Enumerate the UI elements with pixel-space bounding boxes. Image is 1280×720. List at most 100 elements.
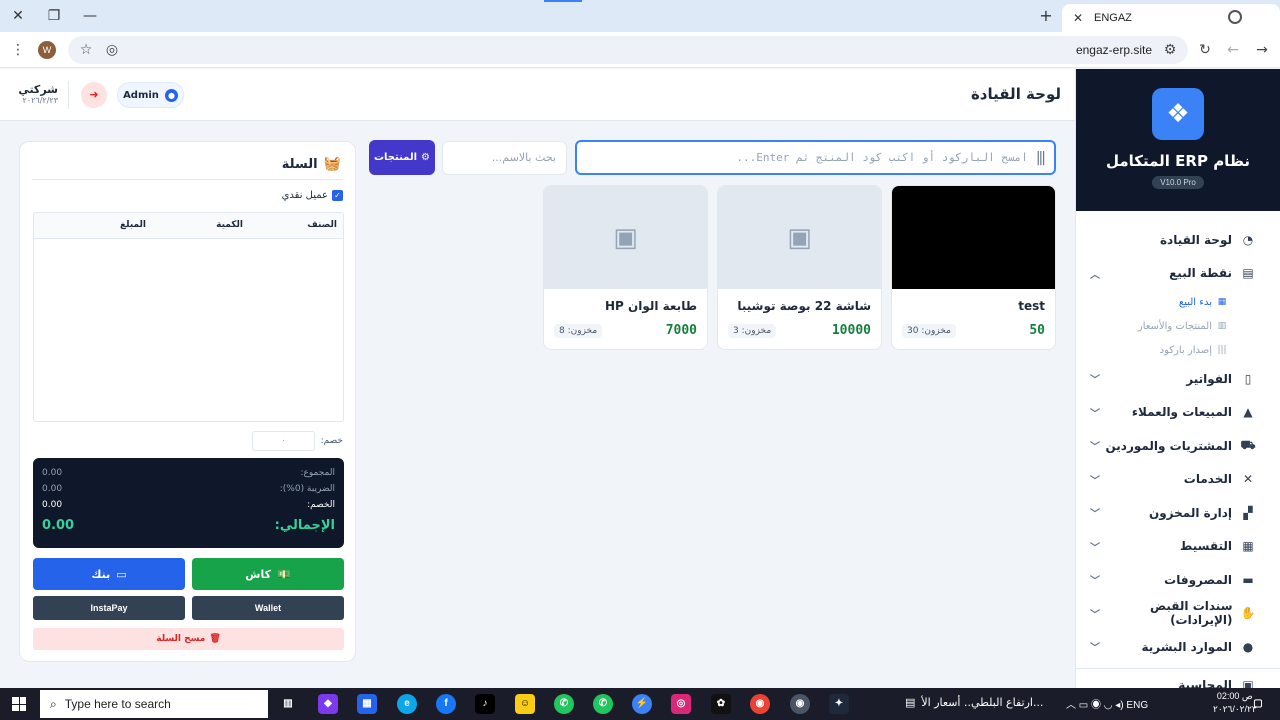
facebook-icon[interactable]: f: [436, 694, 456, 714]
sidebar-subitem-barcode[interactable]: ||| إصدار باركود: [1076, 338, 1280, 362]
chrome-icon[interactable]: ◉: [750, 694, 770, 714]
reload-icon[interactable]: ↻: [1193, 38, 1217, 62]
product-image: [892, 186, 1055, 289]
barcode-input[interactable]: ||| امسح الباركود أو اكتب كود المنتج ثم …: [575, 140, 1056, 175]
taskbar-search[interactable]: ⌕ Type here to search: [40, 690, 268, 718]
sidebar-item-label: سندات القبض (الإيرادات): [1149, 599, 1233, 628]
sidebar-subitem-start-sale[interactable]: ▦ بدء البيع: [1076, 290, 1280, 314]
user-menu[interactable]: Admin ●: [117, 82, 184, 108]
gear-icon: ⚙: [421, 152, 431, 163]
barcode-icon: |||: [1035, 149, 1046, 166]
header-divider: [68, 81, 69, 109]
notifications-icon[interactable]: ▢: [1248, 694, 1268, 714]
app-pinned-icon[interactable]: ✦: [829, 694, 849, 714]
sidebar-item-label: المحاسبة: [1178, 677, 1232, 688]
back-arrow-icon[interactable]: ←: [1221, 38, 1245, 62]
money-bill-icon: 💵: [277, 567, 291, 581]
chevron-down-icon: ﹀: [1090, 643, 1100, 655]
product-card[interactable]: test 50 مخزون: 30: [891, 185, 1056, 350]
product-card[interactable]: ▣ طابعة الوان HP 7000 مخزون: 8: [543, 185, 708, 350]
whatsapp-business-icon[interactable]: ✆: [554, 694, 574, 714]
wallet-button[interactable]: Wallet: [192, 596, 344, 620]
windows-start-icon[interactable]: [12, 697, 26, 711]
window-minimize-icon[interactable]: —: [72, 0, 108, 32]
subtotal-value: 0.00: [42, 468, 63, 478]
user-tie-icon: ●: [1242, 639, 1254, 654]
search-icon: ⌕: [50, 696, 57, 711]
incognito-icon[interactable]: ◎: [100, 38, 124, 62]
new-tab-button[interactable]: +: [1036, 6, 1056, 26]
product-card[interactable]: ▣ شاشة 22 بوصة توشيبا 10000 مخزون: 3: [717, 185, 882, 350]
news-headline: ارتفاع البلطي.. أسعار الأ...: [921, 696, 1044, 709]
whatsapp-icon[interactable]: ✆: [593, 694, 613, 714]
cash-button[interactable]: 💵 كاش: [192, 558, 344, 590]
chevron-down-icon: ﹀: [1090, 509, 1100, 521]
instagram-icon[interactable]: ◎: [671, 694, 691, 714]
sidebar-item-hr[interactable]: ● الموارد البشرية ﹀: [1076, 630, 1280, 664]
name-search-input[interactable]: بحث بالاسم...: [442, 141, 567, 175]
messenger-icon[interactable]: ⚡: [632, 694, 652, 714]
sidebar-item-purchases-suppliers[interactable]: ⛟ المشتريات والموردين ﹀: [1076, 429, 1280, 463]
cash-customer-checkbox[interactable]: ✓ عميل نقدي: [282, 190, 343, 201]
sidebar-subitem-products-prices[interactable]: ▥ المنتجات والأسعار: [1076, 314, 1280, 338]
address-bar[interactable]: ☆ ◎ engaz-erp.site ⚙: [68, 36, 1188, 64]
window-close-icon[interactable]: ✕: [0, 0, 36, 32]
box-icon: ▣: [544, 186, 707, 289]
sidebar-item-receipts[interactable]: ✋ سندات القبض (الإيرادات) ﹀: [1076, 597, 1280, 631]
forward-arrow-icon[interactable]: →: [1250, 38, 1274, 62]
sidebar-item-label: المشتريات والموردين: [1105, 438, 1232, 453]
sign-out-icon: ➜: [89, 88, 99, 101]
instapay-button[interactable]: InstaPay: [33, 596, 185, 620]
profile-avatar[interactable]: W: [38, 41, 56, 59]
chrome-profile-icon[interactable]: ◉: [790, 694, 810, 714]
tags-icon: ▥: [1217, 321, 1227, 331]
menu-dots-icon[interactable]: ⋮: [6, 38, 30, 62]
tiktok-icon[interactable]: ♪: [475, 694, 495, 714]
bookmark-star-icon[interactable]: ☆: [74, 38, 98, 62]
store-icon[interactable]: ▦: [357, 694, 377, 714]
tab-title: ENGAZ: [1094, 12, 1132, 24]
shopping-bag-icon: ▲: [1243, 405, 1253, 420]
logout-button[interactable]: ➜: [81, 82, 107, 108]
sidebar-item-label: الفواتير: [1186, 371, 1232, 386]
sidebar-item-label: الخدمات: [1183, 472, 1232, 487]
products-button[interactable]: ⚙ المنتجات: [369, 140, 435, 175]
sidebar-item-installments[interactable]: ▦ التقسيط ﹀: [1076, 530, 1280, 564]
sidebar-item-dashboard[interactable]: ◔ لوحة القيادة: [1076, 223, 1280, 257]
sidebar-item-pos[interactable]: ▤ نقطة البيع ︿: [1076, 257, 1280, 291]
sidebar-item-inventory[interactable]: ▞ إدارة المخزون ﹀: [1076, 496, 1280, 530]
calendar-icon: ▦: [1242, 539, 1254, 554]
sidebar-nav: ◔ لوحة القيادة ▤ نقطة البيع ︿ ▦ بدء البي…: [1076, 211, 1280, 688]
discount-input[interactable]: ٠: [252, 431, 315, 451]
browser-tab[interactable]: ✕ ENGAZ: [1062, 4, 1280, 32]
taskbar-search-placeholder: Type here to search: [64, 697, 171, 711]
chevron-down-icon: ﹀: [1090, 408, 1100, 420]
edge-icon[interactable]: e: [397, 694, 417, 714]
file-invoice-icon: ▯: [1244, 371, 1252, 386]
tab-close-icon[interactable]: ✕: [1068, 11, 1088, 25]
checkbox-checked-icon[interactable]: ✓: [332, 190, 343, 201]
sidebar-item-label: نقطة البيع: [1169, 266, 1232, 281]
bank-button[interactable]: ▭ بنك: [33, 558, 185, 590]
task-view-icon[interactable]: ▥: [278, 694, 298, 714]
chevron-down-icon: ﹀: [1090, 542, 1100, 554]
chatgpt-icon[interactable]: ✿: [711, 694, 731, 714]
bank-button-label: بنك: [91, 567, 111, 581]
shopping-cart-icon: ⛟: [1240, 437, 1256, 452]
window-restore-icon[interactable]: ❐: [36, 0, 72, 32]
news-widget[interactable]: ▤ ارتفاع البلطي.. أسعار الأ...: [905, 696, 1043, 709]
sidebar-item-services[interactable]: ✕ الخدمات ﹀: [1076, 463, 1280, 497]
site-settings-icon[interactable]: ⚙: [1158, 38, 1182, 62]
clear-cart-button[interactable]: 🗑 مسح السلة: [33, 628, 344, 650]
system-tray[interactable]: ︿ ▭ ◉ ◡ ◂) ENG: [1066, 696, 1148, 711]
sidebar-item-invoices[interactable]: ▯ الفواتير ﹀: [1076, 362, 1280, 396]
sidebar-item-sales-customers[interactable]: ▲ المبيعات والعملاء ﹀: [1076, 396, 1280, 430]
grand-total-label: الإجمالي:: [274, 518, 335, 533]
brand-block: ❖ نظام ERP المتكامل V10.0 Pro: [1076, 69, 1280, 211]
sidebar-item-label: المبيعات والعملاء: [1131, 405, 1232, 420]
snapchat-icon[interactable]: ☺: [515, 694, 535, 714]
copilot-icon[interactable]: ◆: [318, 694, 338, 714]
sidebar-item-accounting[interactable]: ▣ المحاسبة: [1076, 667, 1280, 688]
discount-total-label: الخصم:: [307, 500, 335, 510]
sidebar-item-expenses[interactable]: ▬ المصروفات ﹀: [1076, 563, 1280, 597]
